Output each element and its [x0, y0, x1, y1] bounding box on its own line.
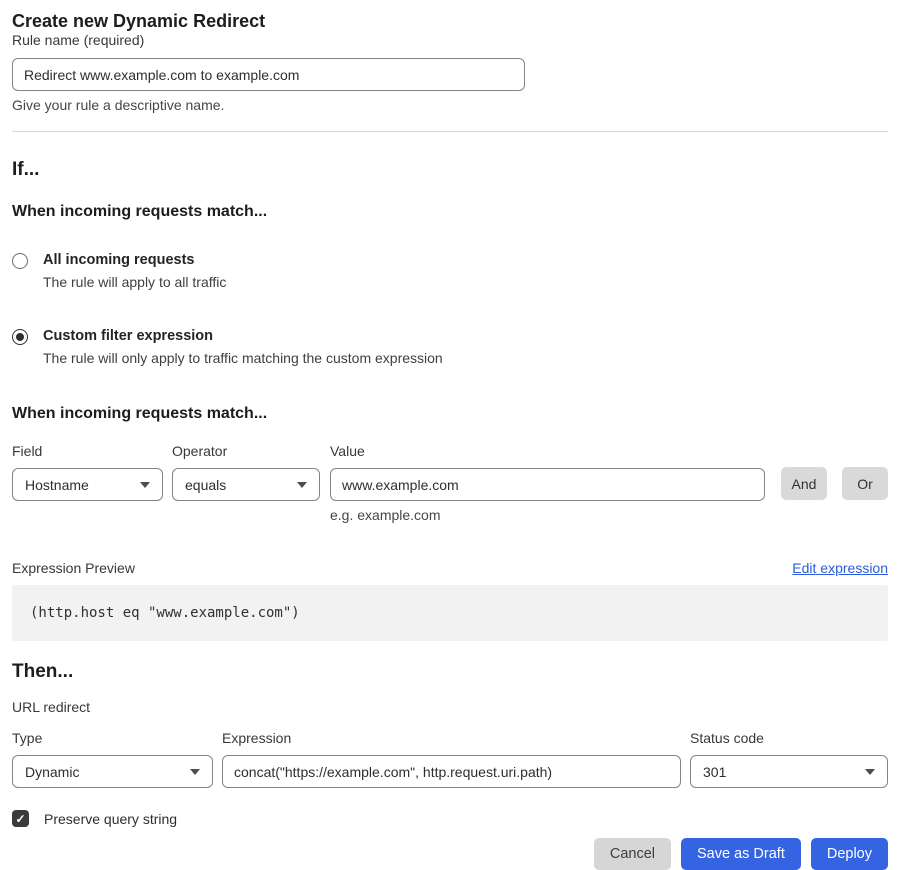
- preserve-query-label: Preserve query string: [44, 811, 177, 827]
- deploy-button[interactable]: Deploy: [811, 838, 888, 870]
- status-code-column: Status code 301: [690, 730, 888, 788]
- rule-name-label: Rule name (required): [12, 32, 144, 48]
- cancel-button[interactable]: Cancel: [594, 838, 671, 870]
- chevron-down-icon: [140, 482, 150, 488]
- builder-heading: When incoming requests match...: [12, 405, 888, 423]
- radio-option-description: The rule will only apply to traffic matc…: [43, 350, 443, 367]
- radio-option-label: Custom filter expression: [43, 328, 443, 345]
- field-column: Field Hostname: [12, 443, 163, 501]
- value-column: Value e.g. example.com: [330, 443, 765, 523]
- expression-preview-code: (http.host eq "www.example.com"): [12, 585, 888, 641]
- and-button[interactable]: And: [781, 467, 827, 500]
- checkbox-checked[interactable]: ✓: [12, 810, 29, 827]
- radio-button-unselected[interactable]: [12, 253, 28, 269]
- status-code-select[interactable]: 301: [690, 755, 888, 788]
- preserve-query-row[interactable]: ✓ Preserve query string: [12, 810, 888, 827]
- type-label: Type: [12, 730, 213, 746]
- operator-label: Operator: [172, 443, 320, 459]
- field-label: Field: [12, 443, 163, 459]
- page-title: Create new Dynamic Redirect: [12, 10, 888, 32]
- rule-name-input[interactable]: [12, 58, 525, 91]
- operator-column: Operator equals: [172, 443, 320, 501]
- expression-label: Expression: [222, 730, 681, 746]
- or-button[interactable]: Or: [842, 467, 888, 500]
- status-code-label: Status code: [690, 730, 888, 746]
- chevron-down-icon: [297, 482, 307, 488]
- expression-column: Expression: [222, 730, 681, 788]
- expression-preview-header: Expression Preview Edit expression: [12, 560, 888, 576]
- field-select[interactable]: Hostname: [12, 468, 163, 501]
- radio-option-texts: Custom filter expression The rule will o…: [43, 328, 443, 367]
- chevron-down-icon: [865, 769, 875, 775]
- field-select-value: Hostname: [25, 477, 89, 493]
- redirect-builder-row: Type Dynamic Expression Status code 301: [12, 730, 888, 788]
- radio-option-all-requests[interactable]: All incoming requests The rule will appl…: [12, 252, 888, 291]
- value-input[interactable]: [330, 468, 765, 501]
- url-redirect-label: URL redirect: [12, 699, 888, 715]
- expression-input[interactable]: [222, 755, 681, 788]
- radio-button-selected[interactable]: [12, 329, 28, 345]
- checkmark-icon: ✓: [15, 812, 25, 826]
- expression-preview-label: Expression Preview: [12, 560, 135, 576]
- operator-select[interactable]: equals: [172, 468, 320, 501]
- rule-name-help: Give your rule a descriptive name.: [12, 97, 888, 113]
- chevron-down-icon: [190, 769, 200, 775]
- footer-actions: Cancel Save as Draft Deploy: [12, 838, 888, 870]
- create-redirect-form: Create new Dynamic Redirect Rule name (r…: [12, 0, 888, 870]
- value-label: Value: [330, 443, 765, 459]
- match-heading: When incoming requests match...: [12, 203, 888, 221]
- value-help: e.g. example.com: [330, 507, 765, 523]
- status-code-select-value: 301: [703, 764, 726, 780]
- section-divider: [12, 131, 888, 132]
- radio-option-label: All incoming requests: [43, 252, 226, 269]
- radio-option-custom-filter[interactable]: Custom filter expression The rule will o…: [12, 328, 888, 367]
- type-select-value: Dynamic: [25, 764, 79, 780]
- save-as-draft-button[interactable]: Save as Draft: [681, 838, 801, 870]
- operator-select-value: equals: [185, 477, 226, 493]
- radio-option-description: The rule will apply to all traffic: [43, 274, 226, 291]
- type-column: Type Dynamic: [12, 730, 213, 788]
- expression-builder-row: Field Hostname Operator equals Value e.g…: [12, 443, 888, 523]
- edit-expression-link[interactable]: Edit expression: [792, 560, 888, 576]
- if-heading: If...: [12, 159, 888, 181]
- then-heading: Then...: [12, 661, 888, 683]
- radio-option-texts: All incoming requests The rule will appl…: [43, 252, 226, 291]
- type-select[interactable]: Dynamic: [12, 755, 213, 788]
